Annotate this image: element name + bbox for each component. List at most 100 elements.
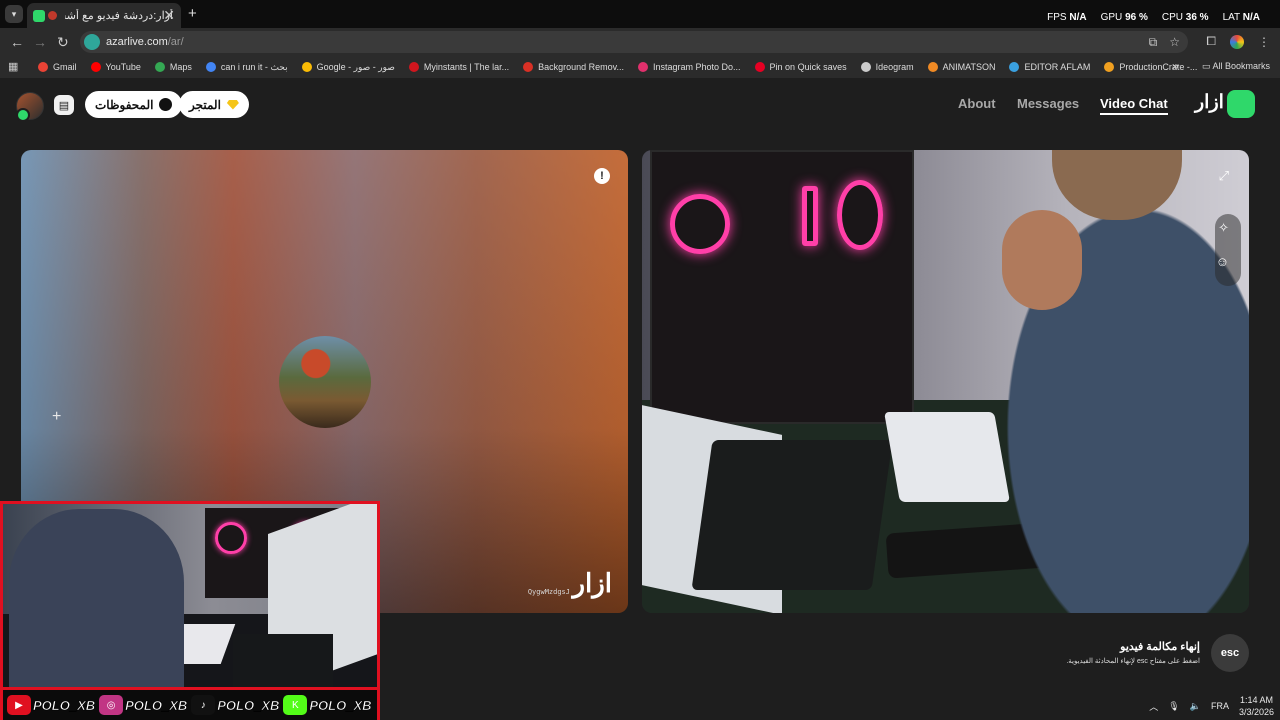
- video-keyboard: [691, 440, 893, 590]
- bookmark-item[interactable]: ProductionCrate -...: [1104, 62, 1197, 72]
- nav-about[interactable]: About: [958, 96, 996, 111]
- back-arrow-icon[interactable]: ←: [10, 34, 24, 50]
- bookmark-item[interactable]: can i run it - بحث: [205, 62, 288, 73]
- bookmark-label: Google - صور - صور: [316, 61, 395, 72]
- tab-search-button[interactable]: ▾: [5, 5, 23, 23]
- gem-icon: [226, 99, 239, 110]
- self-video-panel: ⤢ ✧ ☺: [642, 150, 1249, 613]
- site-info-icon[interactable]: [84, 34, 100, 50]
- video-fan: [670, 194, 730, 254]
- bookmark-favicon-icon: [638, 62, 648, 72]
- new-tab-button[interactable]: +: [188, 5, 197, 22]
- profile-avatar-icon[interactable]: [1230, 34, 1244, 49]
- bookmark-label: Pin on Quick saves: [769, 62, 847, 72]
- online-status-icon: [16, 108, 30, 122]
- bookmark-label: Ideogram: [875, 62, 914, 72]
- bookmark-item[interactable]: ANIMATSON: [927, 62, 996, 72]
- clock[interactable]: 1:14 AM 3/3/2026: [1239, 694, 1274, 718]
- tab-strip: ▾ أزار:دردشة فيديو مع أشخاص ✕ + FPS N/A …: [0, 0, 1280, 28]
- magic-wand-icon[interactable]: ✧: [1218, 220, 1229, 236]
- recording-indicator-icon: [48, 11, 57, 20]
- bookmark-item[interactable]: Gmail: [38, 62, 77, 72]
- store-button[interactable]: المتجر: [179, 91, 249, 118]
- azar-watermark: ازار: [572, 568, 612, 598]
- bookmark-star-icon[interactable]: ☆: [1169, 35, 1180, 50]
- nav-video-chat[interactable]: Video Chat: [1100, 96, 1168, 115]
- bookmark-item[interactable]: YouTube: [90, 62, 141, 72]
- esc-end-call-button[interactable]: esc: [1211, 634, 1249, 672]
- perf-fps: FPS N/A: [1047, 12, 1087, 23]
- extensions-icon[interactable]: ⧠: [1206, 34, 1216, 49]
- partner-avatar: [279, 336, 371, 428]
- bookmark-favicon-icon: [408, 62, 419, 72]
- report-shield-icon[interactable]: !: [594, 168, 610, 184]
- webcam-person: [9, 509, 184, 687]
- bookmark-favicon-icon: [1104, 62, 1115, 72]
- bookmark-label: ANIMATSON: [942, 62, 996, 72]
- video-pc-case: [650, 150, 914, 424]
- video-fan: [837, 180, 883, 250]
- speaker-icon[interactable]: 🔈: [1190, 701, 1201, 712]
- all-bookmarks-button[interactable]: ▭ All Bookmarks: [1202, 61, 1270, 72]
- bookmark-label: Background Remov...: [538, 62, 624, 72]
- url-text[interactable]: azarlive.com/ar/: [106, 36, 184, 48]
- system-tray: ︿ 🎙 🔈 FRA 1:14 AM 3/3/2026: [1149, 694, 1274, 718]
- tab-title: أزار:دردشة فيديو مع أشخاص: [65, 10, 173, 22]
- bookmark-item[interactable]: Ideogram: [860, 62, 914, 72]
- bookmark-label: Myinstants | The lar...: [423, 62, 510, 72]
- bookmark-favicon-icon: [38, 62, 48, 72]
- end-call-instructions: اضغط على مفتاح esc لإنهاء المحادثة الفيد…: [1066, 658, 1200, 665]
- social-handle-text: POLO_XB: [33, 697, 96, 713]
- face-mask-icon[interactable]: ☺: [1216, 254, 1229, 269]
- tray-chevron-icon[interactable]: ︿: [1149, 700, 1158, 713]
- bookmarks-bar: ▦ Gmail YouTube Maps can i run it - بحث Goog…: [0, 56, 1280, 79]
- bookmark-favicon-icon: [754, 62, 765, 72]
- fullscreen-icon[interactable]: ⤢: [1219, 168, 1229, 184]
- brand-name: ازار: [1195, 92, 1224, 113]
- forward-arrow-icon[interactable]: →: [33, 34, 47, 50]
- microphone-icon[interactable]: 🎙: [1168, 701, 1179, 712]
- inbox-box-icon[interactable]: ▤: [54, 95, 74, 115]
- video-hand: [1002, 210, 1082, 310]
- kick-icon: K: [283, 695, 308, 715]
- browser-menu-icon[interactable]: ⋮: [1258, 35, 1270, 49]
- bookmark-item[interactable]: Maps: [154, 62, 192, 72]
- social-handles-bar: ▶ POLO_XB ◎ POLO_XB ♪ POLO_XB K POLO_XB: [0, 690, 380, 720]
- more-bookmarks-icon[interactable]: »: [1172, 59, 1179, 73]
- bookmark-favicon-icon: [301, 62, 312, 72]
- bookmark-item[interactable]: Pin on Quick saves: [754, 62, 847, 72]
- bookmark-favicon-icon: [154, 62, 165, 72]
- social-handle: ◎ POLO_XB: [99, 695, 188, 715]
- bookmark-item[interactable]: Background Remov...: [523, 62, 624, 72]
- cast-icon[interactable]: ⧉: [1149, 35, 1158, 50]
- browser-tab[interactable]: أزار:دردشة فيديو مع أشخاص ✕: [27, 3, 181, 28]
- bookmark-item[interactable]: Instagram Photo Do...: [638, 62, 741, 72]
- bookmark-favicon-icon: [1009, 62, 1020, 72]
- saved-button[interactable]: المحفوظات: [85, 91, 183, 118]
- tiktok-icon: ♪: [191, 695, 216, 715]
- bookmark-list: Gmail YouTube Maps can i run it - بحث Google…: [38, 56, 1197, 78]
- address-bar[interactable]: azarlive.com/ar/ ⧉ ☆: [80, 31, 1188, 53]
- bookmark-favicon-icon: [927, 62, 938, 72]
- bookmark-label: EDITOR AFLAM: [1024, 62, 1091, 72]
- youtube-icon: ▶: [7, 695, 31, 715]
- saved-label: المحفوظات: [95, 97, 154, 112]
- bookmark-item[interactable]: Google - صور - صور: [301, 61, 395, 73]
- webcam-overlay: [0, 501, 380, 690]
- bookmark-favicon-icon: [205, 62, 216, 72]
- performance-overlay: FPS N/A GPU 96 % CPU 36 % LAT N/A: [1047, 12, 1260, 23]
- nav-messages[interactable]: Messages: [1017, 96, 1079, 111]
- azar-logo-icon[interactable]: [1227, 90, 1255, 118]
- tab-close-icon[interactable]: ✕: [163, 7, 175, 24]
- video-fan: [802, 186, 818, 246]
- perf-lat: LAT N/A: [1222, 12, 1260, 23]
- instagram-icon: ◎: [99, 695, 124, 715]
- bookmark-item[interactable]: EDITOR AFLAM: [1009, 62, 1090, 72]
- reload-icon[interactable]: ↻: [57, 34, 69, 51]
- apps-grid-icon[interactable]: ▦: [8, 60, 18, 73]
- bookmark-label: Gmail: [53, 62, 77, 72]
- language-indicator[interactable]: FRA: [1211, 701, 1229, 711]
- end-call-title: إنهاء مكالمة فيديو: [1120, 641, 1200, 653]
- bookmark-item[interactable]: Myinstants | The lar...: [408, 62, 510, 72]
- bookmark-favicon-icon: [860, 62, 871, 72]
